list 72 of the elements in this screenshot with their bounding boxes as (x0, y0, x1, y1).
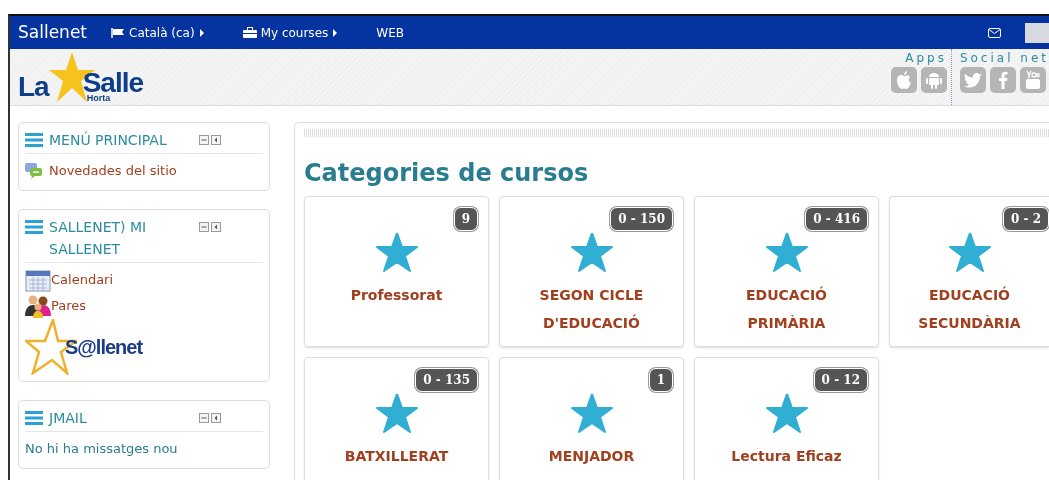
course-count: 9 (453, 206, 478, 231)
menu-icon (25, 220, 43, 234)
star-icon (375, 393, 418, 434)
category-link[interactable]: BATXILLERAT (344, 441, 449, 470)
android-icon (925, 71, 942, 89)
minimize-icon[interactable] (199, 135, 209, 145)
android-app-link[interactable] (920, 67, 947, 93)
category-link[interactable]: Lectura Eficaz (731, 441, 842, 470)
category-link[interactable]: EDUCACIÓ SECUNDÀRIA (900, 280, 1039, 337)
block-title: JMAIL (49, 409, 88, 428)
star-icon (570, 232, 613, 273)
star-icon (765, 393, 808, 434)
apps-heading: Apps (905, 50, 947, 67)
user-avatar[interactable] (1025, 22, 1049, 43)
star-icon (375, 232, 418, 273)
star-icon (570, 393, 613, 434)
status-message: No hi ha missatges nou (25, 440, 178, 459)
sidebar-link[interactable]: Pares (51, 296, 87, 316)
caret-icon (332, 27, 339, 38)
block-title: SALLENET) MI SALLENET (49, 218, 148, 259)
site-logo[interactable]: La Salle Horta (10, 49, 144, 105)
course-count: 0 - 12 (813, 367, 868, 392)
minimize-icon[interactable] (199, 222, 209, 232)
page-heading: Categories de cursos (304, 159, 590, 188)
category-link[interactable]: Professorat (350, 280, 443, 309)
course-count: 0 - 135 (415, 367, 478, 392)
youtube-link[interactable] (1019, 67, 1046, 93)
menu-icon (25, 411, 43, 425)
site-name-link[interactable]: Sallenet (18, 19, 87, 46)
category-link[interactable]: SEGON CICLE D'EDUCACIÓ (510, 280, 673, 337)
course-count: 0 - 150 (610, 206, 673, 231)
apple-app-link[interactable] (890, 67, 917, 93)
apple-icon (895, 71, 912, 89)
family-icon (25, 294, 51, 318)
calendar-icon (25, 268, 51, 292)
category-card[interactable]: 0 - 416 EDUCACIÓ PRIMÀRIA (694, 195, 879, 347)
course-count: 0 - 416 (805, 206, 868, 231)
category-card[interactable]: 9 Professorat (304, 195, 489, 347)
course-count: 0 - 2 (1002, 206, 1049, 231)
star-icon (948, 232, 991, 273)
menu-icon (25, 133, 43, 147)
course-count: 1 (648, 367, 673, 392)
block-title: MENÚ PRINCIPAL (49, 130, 168, 150)
social-heading: Social net (959, 50, 1049, 67)
nav-menu[interactable]: Català (ca) (129, 23, 195, 42)
facebook-icon (997, 71, 1008, 89)
sidebar-link[interactable]: Calendari (51, 270, 114, 290)
category-card[interactable]: 0 - 2 EDUCACIÓ SECUNDÀRIA (889, 195, 1049, 347)
star-icon (765, 232, 808, 273)
category-card[interactable]: 0 - 135 BATXILLERAT (304, 356, 489, 480)
category-card[interactable]: 1 MENJADOR (499, 356, 684, 480)
category-link[interactable]: MENJADOR (548, 441, 635, 470)
sallenet-logo[interactable]: S@llenet (25, 319, 155, 375)
category-card[interactable]: 0 - 12 Lectura Eficaz (694, 356, 879, 480)
category-link[interactable]: EDUCACIÓ PRIMÀRIA (705, 280, 868, 337)
minimize-icon[interactable] (199, 413, 209, 423)
dock-icon[interactable] (211, 413, 221, 423)
briefcase-icon (242, 27, 257, 38)
caret-icon (198, 27, 205, 38)
youtube-icon (1023, 70, 1042, 90)
nav-link[interactable]: WEB (376, 23, 404, 42)
nav-menu[interactable]: My courses (260, 23, 329, 42)
mail-icon[interactable] (988, 27, 1001, 38)
flag-icon (111, 27, 125, 38)
facebook-link[interactable] (989, 67, 1016, 93)
twitter-link[interactable] (959, 67, 986, 93)
dock-icon[interactable] (211, 135, 221, 145)
speech-bubbles-icon (25, 163, 43, 179)
twitter-icon (963, 72, 982, 88)
dock-icon[interactable] (211, 222, 221, 232)
category-card[interactable]: 0 - 150 SEGON CICLE D'EDUCACIÓ (499, 195, 684, 347)
sidebar-link[interactable]: Novedades del sitio (49, 161, 177, 181)
